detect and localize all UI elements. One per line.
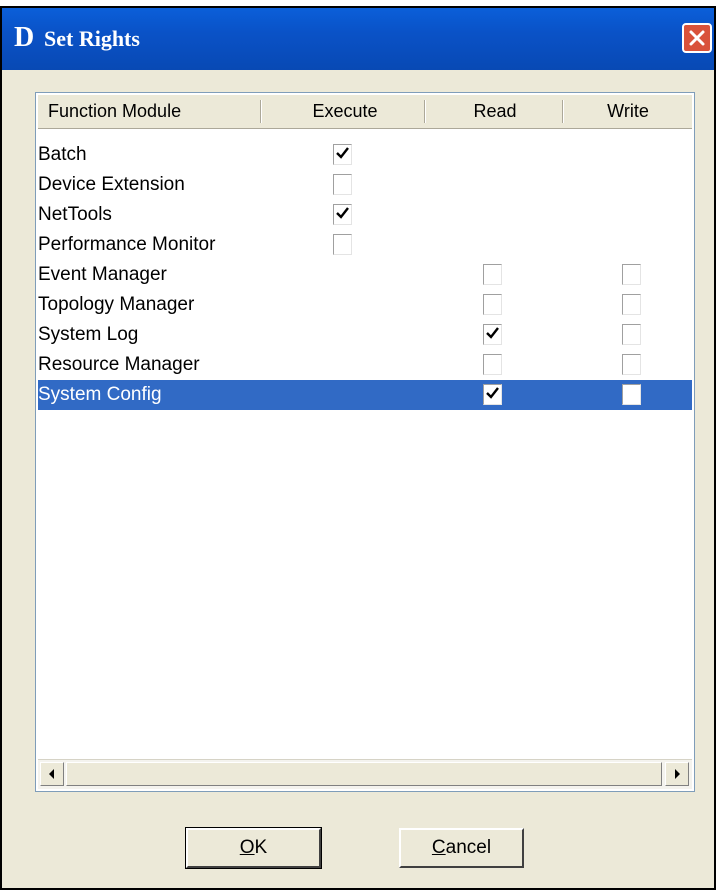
app-logo: D — [14, 22, 35, 53]
list-item[interactable]: Performance Monitor — [38, 230, 692, 260]
list-header: Function Module Execute Read Write — [38, 95, 692, 129]
list-item[interactable]: System Log — [38, 320, 692, 350]
write-checkbox[interactable] — [622, 384, 641, 405]
function-module-name: System Config — [38, 384, 162, 405]
column-header-read[interactable]: Read — [426, 95, 564, 128]
dialog-title: Set Rights — [44, 26, 140, 51]
list-item[interactable]: Event Manager — [38, 260, 692, 290]
list-item[interactable]: Topology Manager — [38, 290, 692, 320]
column-header-function-module[interactable]: Function Module — [48, 95, 181, 128]
write-checkbox[interactable] — [622, 294, 641, 315]
close-button[interactable] — [682, 23, 712, 53]
scroll-right-button[interactable] — [665, 762, 689, 786]
read-checkbox[interactable] — [483, 294, 502, 315]
list-item[interactable]: Device Extension — [38, 170, 692, 200]
read-checkbox[interactable] — [483, 354, 502, 375]
checkmark-icon — [336, 207, 349, 219]
scroll-left-button[interactable] — [40, 762, 64, 786]
cancel-label: ancel — [445, 837, 492, 858]
execute-checkbox[interactable] — [333, 234, 352, 255]
checkmark-icon — [486, 327, 499, 339]
write-checkbox[interactable] — [622, 354, 641, 375]
checkmark-icon — [336, 147, 349, 159]
horizontal-scrollbar[interactable] — [38, 759, 692, 789]
ok-button[interactable]: OK — [185, 827, 322, 869]
column-header-execute[interactable]: Execute — [264, 95, 426, 128]
list-item[interactable]: System Config — [38, 380, 692, 410]
ok-label: K — [254, 837, 268, 858]
cancel-button[interactable]: Cancel — [399, 828, 524, 868]
column-header-write[interactable]: Write — [564, 95, 692, 128]
list-item[interactable]: Resource Manager — [38, 350, 692, 380]
function-module-name: System Log — [38, 324, 139, 345]
read-checkbox[interactable] — [483, 324, 502, 345]
execute-checkbox[interactable] — [333, 144, 352, 165]
title-bar[interactable]: D Set Rights — [2, 8, 714, 70]
function-module-name: Resource Manager — [38, 354, 200, 375]
list-rows: Batch Device Extension NetTools Performance… — [38, 140, 692, 410]
close-icon — [689, 30, 705, 46]
arrow-left-icon — [49, 769, 54, 779]
list-item[interactable]: Batch — [38, 140, 692, 170]
column-separator[interactable] — [260, 100, 262, 123]
cancel-mnemonic: C — [431, 837, 446, 858]
execute-checkbox[interactable] — [333, 174, 352, 195]
read-checkbox[interactable] — [483, 384, 502, 405]
checkmark-icon — [486, 387, 499, 399]
ok-mnemonic: O — [239, 837, 255, 858]
function-module-name: Topology Manager — [38, 294, 195, 315]
execute-checkbox[interactable] — [333, 204, 352, 225]
scrollbar-thumb[interactable] — [66, 762, 662, 786]
function-module-name: NetTools — [38, 204, 112, 225]
set-rights-dialog: D Set Rights Function Module Execute Rea… — [0, 6, 716, 890]
write-checkbox[interactable] — [622, 264, 641, 285]
arrow-right-icon — [675, 769, 680, 779]
read-checkbox[interactable] — [483, 264, 502, 285]
list-item[interactable]: NetTools — [38, 200, 692, 230]
function-module-name: Device Extension — [38, 174, 185, 195]
function-module-name: Performance Monitor — [38, 234, 216, 255]
write-checkbox[interactable] — [622, 324, 641, 345]
rights-list[interactable]: Function Module Execute Read Write Batch… — [35, 92, 695, 792]
function-module-name: Event Manager — [38, 264, 167, 285]
function-module-name: Batch — [38, 144, 87, 165]
